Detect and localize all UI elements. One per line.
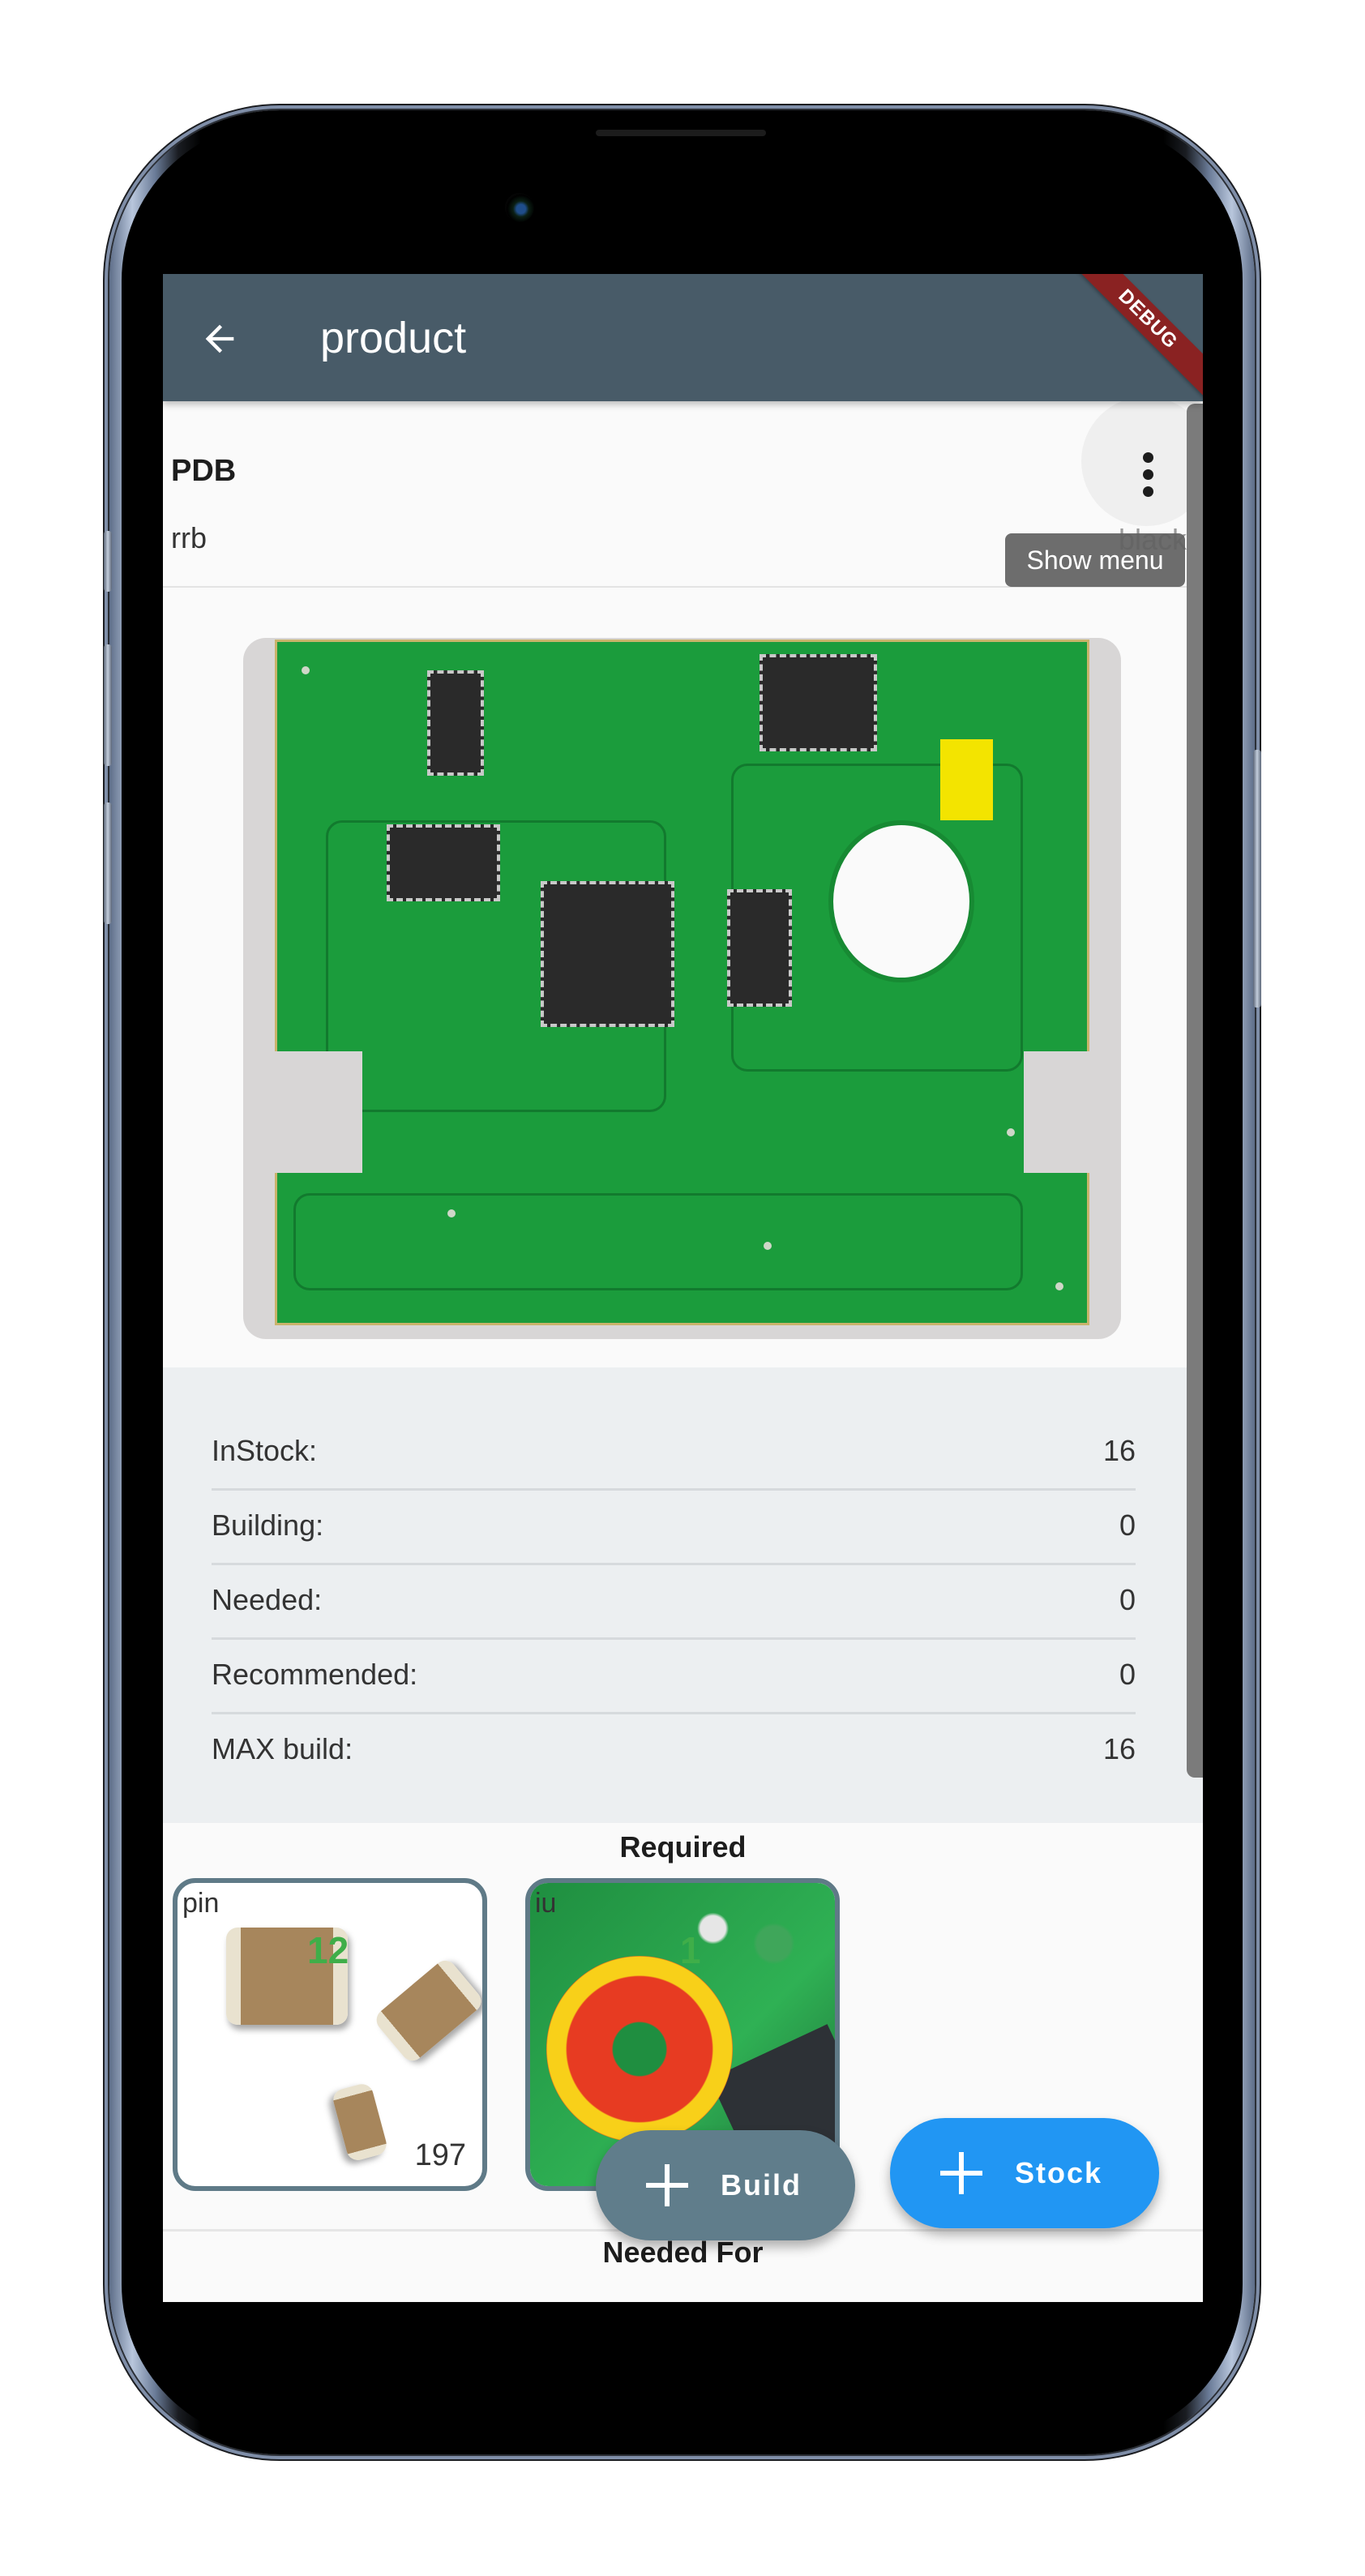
needed-for-section-title: Needed For <box>602 2236 764 2269</box>
build-button[interactable]: Build <box>596 2130 855 2240</box>
product-subtitle: rrb <box>171 521 207 554</box>
page-title: product <box>320 314 467 362</box>
plus-icon <box>646 2164 688 2206</box>
more-vert-icon <box>1142 451 1153 463</box>
more-options-button[interactable] <box>1123 438 1172 511</box>
stat-value: 0 <box>1119 1508 1136 1542</box>
arrow-back-icon <box>205 324 234 353</box>
menu-tooltip: Show menu <box>1005 533 1185 587</box>
part-stock-count: 197 <box>414 2138 466 2172</box>
stat-row-instock: InStock: 16 <box>212 1416 1136 1491</box>
phone-side-button-left-1 <box>104 531 112 592</box>
stat-value: 0 <box>1119 1583 1136 1616</box>
part-name: pin <box>182 1888 220 1919</box>
phone-earpiece <box>596 130 766 136</box>
stat-label: InStock: <box>212 1434 318 1467</box>
stat-label: Building: <box>212 1508 324 1542</box>
build-button-label: Build <box>721 2168 802 2202</box>
part-required-quantity: 12 <box>307 1929 349 1971</box>
app-bar: product DEBUG <box>163 274 1203 404</box>
scrollbar-thumb[interactable] <box>1187 404 1203 1778</box>
stat-label: Needed: <box>212 1583 323 1616</box>
required-part-card[interactable]: pin 12 197 <box>173 1878 487 2191</box>
stat-value: 16 <box>1102 1732 1136 1765</box>
part-required-quantity: 1 <box>680 1929 701 1971</box>
phone-side-button-right <box>1253 750 1261 1008</box>
stat-row-building: Building: 0 <box>212 1491 1136 1565</box>
stat-row-needed: Needed: 0 <box>212 1565 1136 1640</box>
product-image <box>243 638 1121 1339</box>
stat-row-max-build: MAX build: 16 <box>212 1714 1136 1789</box>
app-screen: product DEBUG PDB rrb black Show menu <box>163 274 1203 2302</box>
phone-side-button-left-2 <box>104 644 112 766</box>
product-header: PDB rrb black Show menu <box>163 396 1203 588</box>
stock-button[interactable]: Stock <box>890 2118 1159 2228</box>
plus-icon <box>940 2152 982 2194</box>
phone-side-button-left-3 <box>104 802 112 924</box>
stat-row-recommended: Recommended: 0 <box>212 1640 1136 1714</box>
stock-stats-panel: InStock: 16 Building: 0 Needed: 0 Recomm… <box>163 1367 1203 1823</box>
front-camera-icon <box>505 193 534 222</box>
stat-label: MAX build: <box>212 1732 353 1765</box>
stock-button-label: Stock <box>1015 2156 1103 2189</box>
stat-value: 16 <box>1102 1434 1136 1467</box>
product-name: PDB <box>171 454 237 488</box>
debug-banner: DEBUG <box>1063 274 1203 404</box>
pcb-image <box>275 640 1089 1325</box>
stat-value: 0 <box>1119 1658 1136 1691</box>
back-button[interactable] <box>187 306 252 371</box>
required-section-title: Required <box>619 1830 747 1864</box>
stat-label: Recommended: <box>212 1658 418 1691</box>
part-name: iu <box>535 1888 557 1919</box>
